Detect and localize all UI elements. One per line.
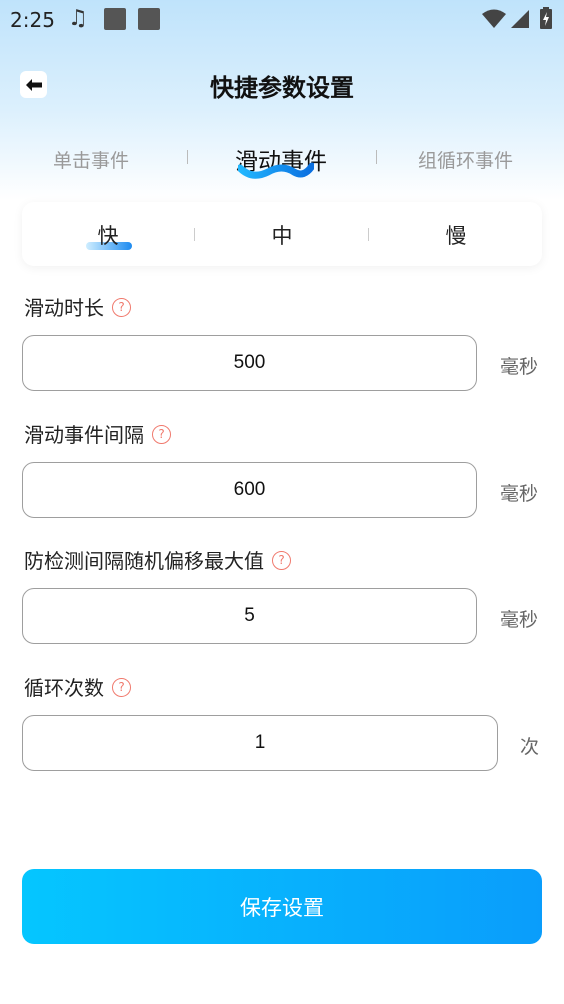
speed-option-fast[interactable]: 快 <box>78 220 138 250</box>
loop-count-unit: 次 <box>520 736 540 758</box>
loop-count-input[interactable] <box>22 715 498 771</box>
notification-square-icon <box>138 8 160 30</box>
speed-divider <box>368 228 369 241</box>
speed-option-slow[interactable]: 慢 <box>426 220 486 250</box>
tab-divider <box>187 150 188 164</box>
random-offset-label: 防检测间隔随机偏移最大值? <box>24 545 291 574</box>
swipe-duration-input[interactable] <box>22 335 477 391</box>
help-icon[interactable]: ? <box>272 551 291 570</box>
speed-divider <box>194 228 195 241</box>
speed-option-medium[interactable]: 中 <box>252 220 312 250</box>
page-title: 快捷参数设置 <box>210 74 354 102</box>
swipe-duration-label: 滑动时长? <box>24 292 131 321</box>
help-icon[interactable]: ? <box>152 425 171 444</box>
tab-divider <box>376 150 377 164</box>
active-tab-wave-indicator <box>238 162 314 179</box>
signal-icon <box>511 10 529 28</box>
battery-charging-icon <box>540 7 552 29</box>
swipe-interval-label-text: 滑动事件间隔 <box>24 423 144 447</box>
loop-count-label: 循环次数? <box>24 672 131 701</box>
save-settings-button[interactable]: 保存设置 <box>22 869 542 944</box>
swipe-interval-unit: 毫秒 <box>500 483 539 505</box>
tab-tap-event[interactable]: 单击事件 <box>53 146 129 173</box>
random-offset-unit: 毫秒 <box>500 609 539 631</box>
swipe-interval-input[interactable] <box>22 462 477 518</box>
notification-square-icon <box>104 8 126 30</box>
swipe-duration-label-text: 滑动时长 <box>24 296 104 320</box>
loop-count-label-text: 循环次数 <box>24 676 104 700</box>
wifi-icon <box>482 9 506 28</box>
tab-group-loop-event[interactable]: 组循环事件 <box>418 146 513 173</box>
music-note-icon: ♫ <box>68 6 88 31</box>
speed-selector: 快 中 慢 <box>22 202 542 266</box>
help-icon[interactable]: ? <box>112 678 131 697</box>
help-icon[interactable]: ? <box>112 298 131 317</box>
swipe-interval-label: 滑动事件间隔? <box>24 419 171 448</box>
random-offset-input[interactable] <box>22 588 477 644</box>
status-time: 2:25 <box>10 8 55 32</box>
swipe-duration-unit: 毫秒 <box>500 356 539 378</box>
random-offset-label-text: 防检测间隔随机偏移最大值 <box>24 549 264 573</box>
status-bar: 2:25 ♫ <box>0 0 564 38</box>
